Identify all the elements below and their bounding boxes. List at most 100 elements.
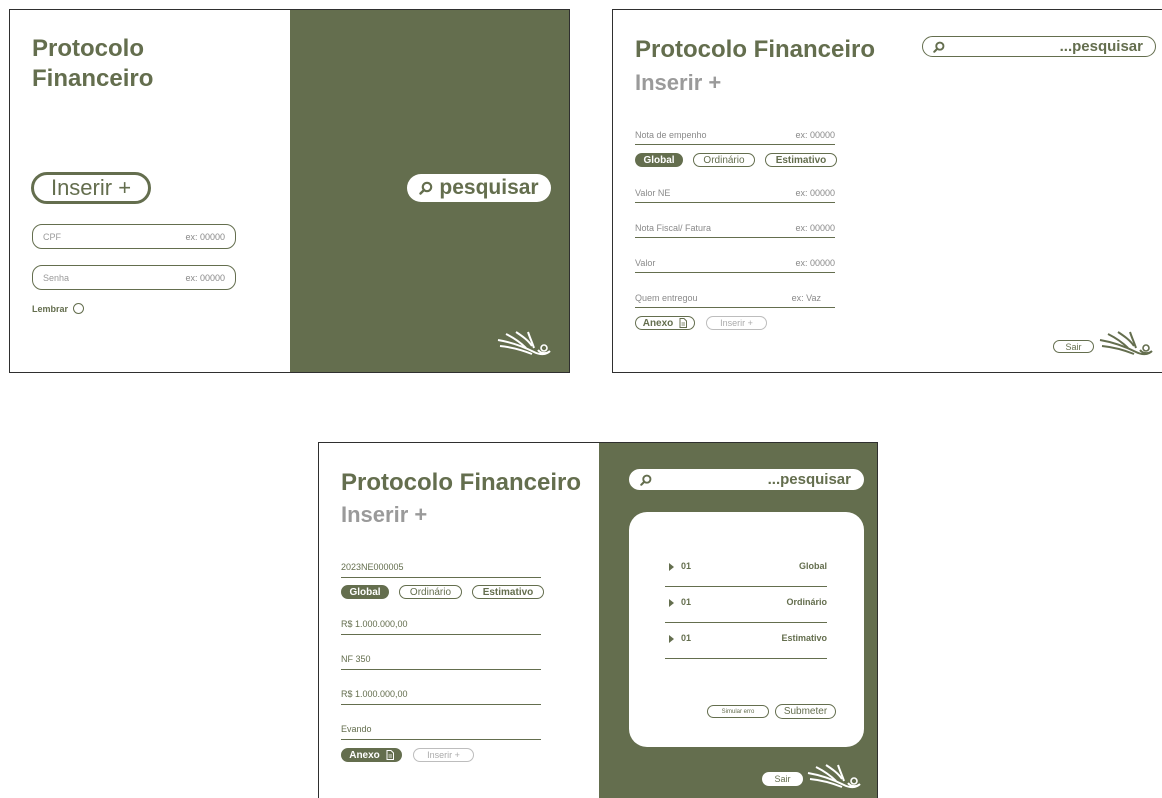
- nota-empenho-label: Nota de empenho: [635, 130, 707, 140]
- type-global-label: Global: [643, 154, 675, 166]
- nota-fiscal-example: ex: 00000: [795, 223, 835, 233]
- valor-field[interactable]: Valor ex: 00000: [635, 254, 835, 273]
- valor-field[interactable]: R$ 1.000.000,00: [341, 686, 541, 705]
- senha-example: ex: 00000: [185, 273, 225, 283]
- type-ordinario-label: Ordinário: [703, 154, 745, 166]
- type-estimativo-button[interactable]: Estimativo: [765, 153, 837, 167]
- insert-button[interactable]: Inserir +: [31, 172, 151, 204]
- cpf-placeholder: CPF: [43, 232, 61, 242]
- login-screen: Protocolo Financeiro Inserir + CPF ex: 0…: [9, 9, 570, 373]
- result-type: Estimativo: [781, 633, 827, 643]
- type-estimativo-label: Estimativo: [482, 586, 534, 598]
- exit-button[interactable]: Sair: [1053, 340, 1094, 353]
- leaf-logo-icon: [807, 764, 861, 789]
- insert-disabled-label: Inserir +: [720, 318, 753, 328]
- remember-row[interactable]: Lembrar: [32, 303, 85, 314]
- type-ordinario-button[interactable]: Ordinário: [693, 153, 755, 167]
- result-type: Ordinário: [786, 597, 827, 607]
- exit-label: Sair: [1065, 341, 1082, 352]
- leaf-logo-icon: [497, 331, 551, 356]
- attach-button[interactable]: Anexo: [341, 748, 402, 762]
- attach-label: Anexo: [349, 749, 380, 761]
- result-num: 01: [681, 561, 692, 571]
- document-icon: [386, 750, 394, 760]
- quem-entregou-field[interactable]: Quem entregou ex: Vaz: [635, 289, 835, 308]
- valor-ne-field[interactable]: Valor NE ex: 00000: [635, 184, 835, 203]
- page-subtitle: Inserir +: [341, 502, 428, 527]
- valor-value: R$ 1.000.000,00: [341, 689, 408, 699]
- search-placeholder: ...pesquisar: [1059, 38, 1143, 55]
- type-ordinario-label: Ordinário: [409, 586, 452, 598]
- app-title-line1: Protocolo: [32, 35, 144, 62]
- results-card: 01 Global 01 Ordinário 01 Estimativo Sim…: [629, 512, 864, 747]
- submit-label: Submeter: [783, 706, 828, 717]
- exit-label: Sair: [774, 774, 791, 784]
- leaf-logo-icon: [1099, 331, 1153, 356]
- simulate-error-label: Simular erro: [721, 708, 755, 715]
- triangle-right-icon: [669, 599, 674, 607]
- quem-entregou-example: ex: Vaz: [791, 293, 821, 303]
- nota-empenho-example: ex: 00000: [795, 130, 835, 140]
- quem-entregou-field[interactable]: Evando: [341, 721, 541, 740]
- nota-empenho-field[interactable]: 2023NE000005: [341, 559, 541, 578]
- nota-fiscal-field[interactable]: Nota Fiscal/ Fatura ex: 00000: [635, 219, 835, 238]
- app-title-line2: Financeiro: [32, 65, 154, 92]
- simulate-error-button[interactable]: Simular erro: [707, 705, 769, 718]
- filled-right-panel: ...pesquisar 01 Global 01 Ordinário 01 E…: [599, 443, 877, 798]
- result-num: 01: [681, 597, 692, 607]
- result-row[interactable]: 01 Ordinário: [665, 586, 827, 623]
- senha-field[interactable]: Senha ex: 00000: [32, 265, 236, 290]
- result-num: 01: [681, 633, 692, 643]
- insert-disabled-label: Inserir +: [427, 750, 460, 760]
- remember-label: Lembrar: [32, 303, 69, 314]
- type-estimativo-label: Estimativo: [775, 154, 827, 166]
- search-icon: [640, 474, 652, 486]
- login-left-panel: Protocolo Financeiro Inserir + CPF ex: 0…: [10, 10, 290, 372]
- insert-button-label: Inserir +: [50, 175, 132, 200]
- type-ordinario-button[interactable]: Ordinário: [399, 585, 462, 599]
- search-bar[interactable]: ...pesquisar: [629, 469, 864, 490]
- triangle-right-icon: [669, 563, 674, 571]
- type-global-label: Global: [349, 586, 381, 598]
- attach-button[interactable]: Anexo: [635, 316, 695, 330]
- search-icon: [419, 181, 433, 195]
- search-icon: [933, 41, 945, 53]
- submit-button[interactable]: Submeter: [775, 704, 836, 719]
- search-bar[interactable]: ...pesquisar: [922, 36, 1156, 57]
- nota-fiscal-label: Nota Fiscal/ Fatura: [635, 223, 712, 233]
- nota-empenho-field[interactable]: Nota de empenho ex: 00000: [635, 126, 835, 145]
- triangle-right-icon: [669, 635, 674, 643]
- quem-entregou-value: Evando: [341, 724, 372, 734]
- radio-icon[interactable]: [73, 303, 85, 314]
- valor-ne-field[interactable]: R$ 1.000.000,00: [341, 616, 541, 635]
- result-row[interactable]: 01 Estimativo: [665, 622, 827, 659]
- type-global-button[interactable]: Global: [635, 153, 683, 167]
- cpf-example: ex: 00000: [185, 232, 225, 242]
- page-title: Protocolo Financeiro: [341, 469, 582, 496]
- result-row[interactable]: 01 Global: [665, 550, 827, 587]
- login-right-panel: pesquisar: [290, 10, 569, 372]
- search-button-large[interactable]: pesquisar: [407, 174, 551, 202]
- valor-ne-value: R$ 1.000.000,00: [341, 619, 408, 629]
- quem-entregou-label: Quem entregou: [635, 293, 698, 303]
- senha-placeholder: Senha: [43, 273, 70, 283]
- nota-empenho-value: 2023NE000005: [341, 562, 404, 572]
- cpf-field[interactable]: CPF ex: 00000: [32, 224, 236, 249]
- valor-label: Valor: [635, 258, 656, 268]
- attach-label: Anexo: [642, 317, 674, 329]
- valor-example: ex: 00000: [795, 258, 835, 268]
- type-estimativo-button[interactable]: Estimativo: [472, 585, 544, 599]
- page-title: Protocolo Financeiro: [635, 36, 876, 63]
- exit-button[interactable]: Sair: [762, 772, 803, 786]
- valor-ne-label: Valor NE: [635, 188, 671, 198]
- type-global-button[interactable]: Global: [341, 585, 389, 599]
- insert-disabled-button[interactable]: Inserir +: [413, 748, 474, 762]
- insert-disabled-button[interactable]: Inserir +: [706, 316, 767, 330]
- document-icon: [679, 318, 688, 328]
- search-placeholder: ...pesquisar: [767, 471, 851, 488]
- form-screen: Protocolo Financeiro Inserir + ...pesqui…: [612, 9, 1162, 373]
- filled-left-panel: Protocolo Financeiro Inserir + 2023NE000…: [319, 443, 599, 798]
- page-subtitle: Inserir +: [635, 70, 722, 95]
- nota-fiscal-field[interactable]: NF 350: [341, 651, 541, 670]
- result-type: Global: [798, 561, 827, 571]
